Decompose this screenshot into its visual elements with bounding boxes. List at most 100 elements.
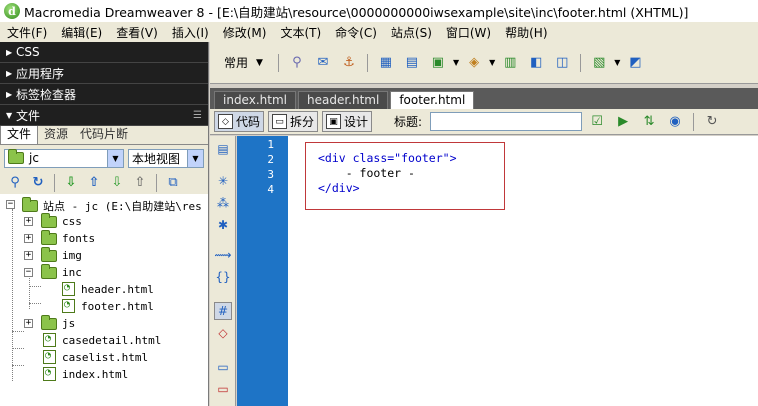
menu-edit[interactable]: 编辑(E) bbox=[54, 24, 109, 41]
named-anchor-icon[interactable]: ⚓ bbox=[338, 52, 360, 74]
toolbar-separator bbox=[54, 173, 55, 192]
open-documents-icon[interactable]: ▤ bbox=[214, 140, 232, 158]
html-file-icon bbox=[43, 350, 56, 364]
expand-toggle-icon[interactable]: + bbox=[24, 234, 33, 243]
title-bar: d Macromedia Dreamweaver 8 - [E:\自助建站\re… bbox=[0, 0, 758, 22]
code-tag: > bbox=[449, 151, 457, 165]
menu-help[interactable]: 帮助(H) bbox=[498, 24, 554, 41]
folder-icon bbox=[41, 246, 57, 262]
chevron-down-icon[interactable]: ▼ bbox=[489, 58, 495, 67]
apply-comment-icon[interactable]: ▭ bbox=[214, 358, 232, 376]
file-management-icon[interactable]: ⇅ bbox=[638, 111, 660, 133]
table-icon[interactable]: ▦ bbox=[375, 52, 397, 74]
select-parent-tag-icon[interactable]: ⟿ bbox=[214, 246, 232, 264]
menu-modify[interactable]: 修改(M) bbox=[216, 24, 274, 41]
folder-icon bbox=[22, 197, 38, 212]
comment-icon[interactable]: ◫ bbox=[551, 52, 573, 74]
expand-toggle-icon[interactable]: + bbox=[24, 319, 33, 328]
image-icon[interactable]: ▣ bbox=[427, 52, 449, 74]
refresh-icon[interactable]: ↻ bbox=[28, 173, 48, 193]
highlight-invalid-code-icon[interactable]: ◇ bbox=[214, 324, 232, 342]
date-icon[interactable]: ▥ bbox=[499, 52, 521, 74]
layer-icon[interactable]: ▤ bbox=[401, 52, 423, 74]
code-line-2: <div class="footer"> bbox=[318, 151, 457, 165]
tab-header-html[interactable]: header.html bbox=[297, 91, 389, 109]
balance-braces-icon[interactable]: {} bbox=[214, 268, 232, 286]
put-files-icon[interactable]: ⇧ bbox=[84, 173, 104, 193]
files-subtabs: 文件 资源 代码片断 bbox=[0, 122, 208, 145]
toolbar-separator bbox=[366, 53, 368, 72]
folder-label: img bbox=[62, 249, 82, 262]
page-title-input[interactable] bbox=[430, 112, 583, 131]
connect-icon[interactable]: ⚲ bbox=[5, 173, 25, 193]
tag-inspector-panel-header[interactable]: ▶ 标签检查器 bbox=[0, 84, 208, 105]
collapse-selection-icon[interactable]: ⁂ bbox=[214, 194, 232, 212]
get-files-icon[interactable]: ⇩ bbox=[61, 173, 81, 193]
expand-toggle-icon[interactable]: + bbox=[24, 217, 33, 226]
collapse-toggle-icon[interactable]: − bbox=[6, 200, 15, 209]
files-panel-label: 文件 bbox=[16, 108, 41, 123]
view-select[interactable]: 本地视图 ▼ bbox=[128, 148, 204, 168]
line-numbers-icon[interactable]: # bbox=[214, 302, 232, 320]
split-view-button[interactable]: ▭ 拆分 bbox=[268, 111, 319, 132]
site-selector-bar: jc ▼ 本地视图 ▼ bbox=[0, 145, 208, 171]
tag-chooser-icon[interactable]: ◩ bbox=[624, 52, 646, 74]
folder-icon bbox=[41, 229, 57, 245]
expand-toggle-icon[interactable]: + bbox=[24, 251, 33, 260]
tab-assets[interactable]: 资源 bbox=[38, 123, 74, 144]
collapse-toggle-icon[interactable]: − bbox=[24, 268, 33, 277]
folder-label: css bbox=[62, 215, 82, 228]
menu-window[interactable]: 窗口(W) bbox=[439, 24, 498, 41]
expand-view-icon[interactable]: ⧉ bbox=[163, 173, 183, 193]
folder-icon bbox=[41, 314, 57, 330]
folder-label: fonts bbox=[62, 232, 96, 245]
menu-view[interactable]: 查看(V) bbox=[109, 24, 165, 41]
line-number: 3 bbox=[267, 168, 274, 181]
site-select[interactable]: jc ▼ bbox=[4, 148, 124, 168]
design-view-button[interactable]: ▣ 设计 bbox=[322, 111, 373, 132]
css-panel-label: CSS bbox=[16, 45, 40, 59]
files-panel-header[interactable]: ▼ 文件 ☰ bbox=[0, 105, 208, 126]
html-file-icon bbox=[43, 367, 56, 381]
tab-footer-html[interactable]: footer.html bbox=[390, 91, 475, 109]
refresh-design-icon[interactable]: ↻ bbox=[701, 111, 723, 133]
menu-text[interactable]: 文本(T) bbox=[273, 24, 328, 41]
preview-browser-icon[interactable]: ◉ bbox=[664, 111, 686, 133]
collapse-tag-icon[interactable]: ✳ bbox=[214, 172, 232, 190]
css-panel-header[interactable]: ▶ CSS bbox=[0, 42, 208, 63]
browser-check-icon[interactable]: ☑ bbox=[586, 111, 608, 133]
menu-commands[interactable]: 命令(C) bbox=[328, 24, 384, 41]
tree-line bbox=[12, 348, 24, 349]
check-out-icon[interactable]: ⇩ bbox=[107, 173, 127, 193]
code-editor[interactable]: <div class="footer"> - footer - </div> bbox=[288, 136, 758, 406]
application-panel-label: 应用程序 bbox=[16, 66, 65, 81]
check-in-icon[interactable]: ⇧ bbox=[130, 173, 150, 193]
chevron-down-icon[interactable]: ▼ bbox=[614, 58, 620, 67]
email-link-icon[interactable]: ✉ bbox=[312, 52, 334, 74]
code-view-button[interactable]: ◇ 代码 bbox=[214, 111, 265, 132]
panel-options-icon[interactable]: ☰ bbox=[193, 110, 202, 121]
chevron-down-icon[interactable]: ▼ bbox=[453, 58, 459, 67]
coding-toolbar: ▤ ✳ ⁂ ✱ ⟿ {} # ◇ ▭ ▭ bbox=[210, 136, 236, 406]
expand-triangle-icon: ▶ bbox=[6, 68, 13, 78]
expand-all-icon[interactable]: ✱ bbox=[214, 216, 232, 234]
remove-comment-icon[interactable]: ▭ bbox=[214, 380, 232, 398]
application-panel-header[interactable]: ▶ 应用程序 bbox=[0, 63, 208, 84]
tab-snippets[interactable]: 代码片断 bbox=[74, 123, 134, 144]
menu-insert[interactable]: 插入(I) bbox=[165, 24, 216, 41]
toolbar-separator bbox=[156, 173, 157, 192]
templates-icon[interactable]: ▧ bbox=[588, 52, 610, 74]
insert-category-dropdown[interactable]: 常用 ▼ bbox=[216, 54, 271, 71]
insert-bar: 常用 ▼ ⚲ ✉ ⚓ ▦ ▤ ▣ ▼ ◈ ▼ ▥ ◧ ◫ ▧ ▼ ◩ bbox=[210, 42, 758, 84]
menu-file[interactable]: 文件(F) bbox=[0, 24, 54, 41]
page-title-label: 标题: bbox=[394, 115, 423, 129]
view-select-value: 本地视图 bbox=[132, 151, 181, 166]
line-number-gutter: 1 2 3 4 bbox=[237, 136, 288, 406]
menu-site[interactable]: 站点(S) bbox=[384, 24, 439, 41]
media-icon[interactable]: ◈ bbox=[463, 52, 485, 74]
validate-icon[interactable]: ▶ bbox=[612, 111, 634, 133]
hyperlink-icon[interactable]: ⚲ bbox=[286, 52, 308, 74]
server-side-include-icon[interactable]: ◧ bbox=[525, 52, 547, 74]
folder-label: js bbox=[62, 317, 76, 330]
tab-index-html[interactable]: index.html bbox=[214, 91, 296, 109]
